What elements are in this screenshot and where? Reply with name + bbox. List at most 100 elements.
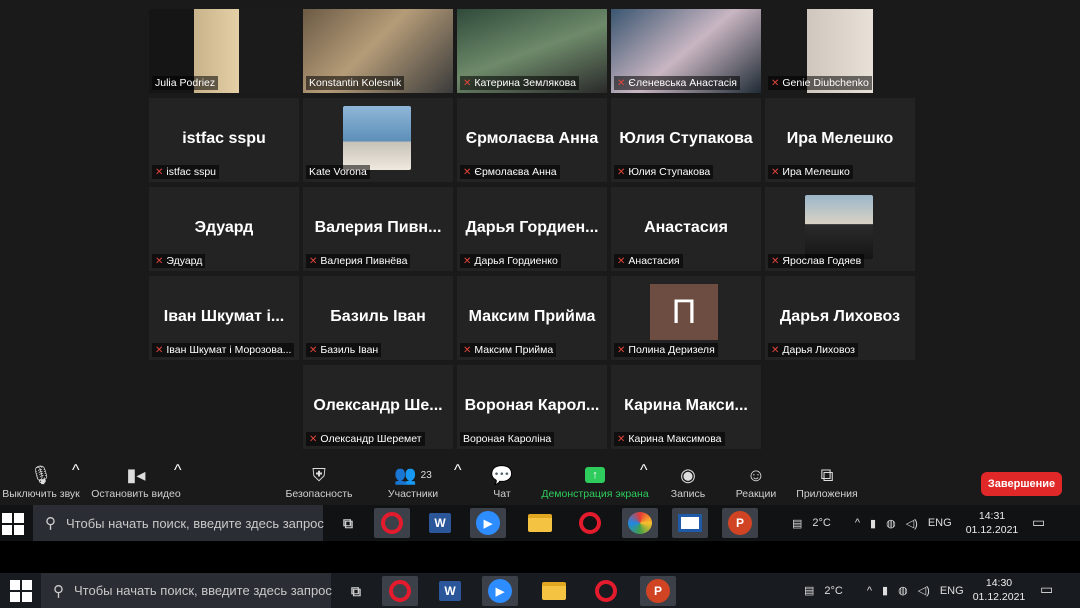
explorer-taskbar-button-bottom[interactable] (536, 576, 572, 606)
chat-button[interactable]: 💬 Чат (491, 462, 513, 501)
participant-display-name: Валерия Пивн... (314, 219, 442, 236)
participant-tile[interactable]: istfac sspu ✕ istfac sspu (149, 98, 299, 182)
share-screen-button[interactable]: ↑ Демонстрация экрана (541, 462, 649, 500)
volume-icon-bottom[interactable]: ◁) (918, 584, 930, 597)
participant-tile[interactable]: Дарья Гордиен... ✕ Дарья Гордиенко (457, 187, 607, 271)
participant-tile[interactable]: ✕ Ярослав Годяев (765, 187, 915, 271)
language-indicator[interactable]: ENG (928, 517, 952, 529)
participant-name-label: Julia Podriez (152, 76, 219, 90)
apps-button[interactable]: ⧉ Приложения (796, 462, 858, 501)
opera-taskbar-button-bottom[interactable] (382, 576, 418, 606)
participant-tile[interactable]: Konstantin Kolesnik (303, 9, 453, 93)
participant-name: Ярослав Годяев (782, 255, 862, 267)
participant-tile[interactable]: Максим Прийма ✕ Максим Прийма (457, 276, 607, 360)
participant-display-name: Іван Шкумат і... (163, 308, 285, 325)
paint-taskbar-button[interactable] (622, 508, 658, 538)
security-button[interactable]: ⛨ Безопасность (286, 462, 353, 501)
opera-gx-taskbar-button[interactable] (572, 508, 608, 538)
window-app-taskbar-button[interactable] (672, 508, 708, 538)
zoom-taskbar-button[interactable]: ▶ (470, 508, 506, 538)
participant-tile[interactable]: ✕ Катерина Землякова (457, 9, 607, 93)
clock-date-bottom: 01.12.2021 (972, 591, 1026, 603)
participant-name-label: ✕ Полина Деризеля (614, 343, 718, 357)
share-screen-icon: ↑ (585, 467, 605, 483)
participant-tile[interactable]: Вороная Карол... Вороная Кароліна (457, 365, 607, 449)
muted-mic-icon: ✕ (155, 344, 164, 356)
notification-icon-bottom[interactable]: ▭ (1040, 581, 1053, 598)
audio-options-caret[interactable]: ^ (72, 462, 80, 480)
palette-icon (628, 512, 652, 534)
windows-start-icon-bottom[interactable] (10, 580, 32, 602)
windows-start-icon[interactable] (2, 513, 24, 535)
participant-tile[interactable]: Ира Мелешко ✕ Ира Мелешко (765, 98, 915, 182)
word-taskbar-button-bottom[interactable]: W (432, 576, 468, 606)
participant-name: Вороная Кароліна (463, 433, 552, 445)
end-meeting-button[interactable]: Завершение (981, 472, 1062, 496)
participant-tile[interactable]: Олександр Ше... ✕ Олександр Шеремет (303, 365, 453, 449)
weather-icon: ▤ (792, 517, 803, 530)
reactions-button[interactable]: ☺ Реакции (736, 462, 777, 501)
explorer-taskbar-button[interactable] (522, 508, 558, 538)
stop-video-label: Остановить видео (91, 488, 181, 500)
participant-initial: П (650, 284, 718, 340)
taskbar-clock-bottom[interactable]: 14:30 01.12.2021 (970, 576, 1028, 604)
participant-tile[interactable]: Julia Podriez (149, 9, 299, 93)
participant-tile[interactable]: Эдуард ✕ Эдуард (149, 187, 299, 271)
powerpoint-taskbar-button[interactable]: P (722, 508, 758, 538)
participant-tile[interactable]: Дарья Лиховоз ✕ Дарья Лиховоз (765, 276, 915, 360)
taskbar-search-box-bottom[interactable]: ⚲ Чтобы начать поиск, введите здесь запр… (41, 573, 332, 608)
participant-name: Дарья Лиховоз (782, 344, 855, 356)
weather-icon-bottom: ▤ (804, 585, 815, 597)
word-taskbar-button[interactable]: W (422, 508, 458, 538)
participant-tile[interactable]: Базиль Іван ✕ Базиль Іван (303, 276, 453, 360)
participant-tile[interactable]: Анастасия ✕ Анастасия (611, 187, 761, 271)
participant-tile[interactable]: ✕ Єленевська Анастасія (611, 9, 761, 93)
smiley-icon: ☺ (746, 464, 766, 485)
participant-name-label: ✕ Анастасия (614, 254, 683, 268)
participant-name-label: ✕ Эдуард (152, 254, 206, 268)
taskbar-search-box[interactable]: ⚲ Чтобы начать поиск, введите здесь запр… (33, 505, 324, 541)
participant-tile[interactable]: Валерия Пивн... ✕ Валерия Пивнёва (303, 187, 453, 271)
network-icon: ◍ (886, 517, 896, 530)
opera-taskbar-button[interactable] (374, 508, 410, 538)
participant-name: Дарья Гордиенко (474, 255, 558, 267)
participant-name: Ира Мелешко (782, 166, 850, 178)
participant-name-label: ✕ Карина Максимова (614, 432, 725, 446)
participant-name: Эдуард (166, 255, 203, 267)
system-tray-bottom: ▤ 2°C ^ ▮ ◍ ◁) ENG (804, 573, 964, 608)
share-options-caret[interactable]: ^ (640, 462, 648, 480)
volume-icon[interactable]: ◁) (906, 517, 918, 530)
participants-options-caret[interactable]: ^ (454, 462, 462, 480)
taskbar-clock[interactable]: 14:31 01.12.2021 (963, 509, 1021, 537)
mute-button[interactable]: 🎙 Выключить звук (2, 462, 80, 501)
participant-name-label: ✕ Ярослав Годяев (768, 254, 865, 268)
tray-chevron-icon[interactable]: ^ (855, 517, 860, 529)
participant-tile[interactable]: ✕ Genie Diubchenko (765, 9, 915, 93)
participant-display-name: Олександр Ше... (313, 397, 443, 414)
participant-display-name: Максим Прийма (468, 308, 596, 325)
participant-tile[interactable]: Kate Vorona (303, 98, 453, 182)
language-indicator-bottom[interactable]: ENG (940, 585, 964, 597)
participants-button[interactable]: 👥 23 Участники (388, 462, 438, 501)
record-button[interactable]: ◉ Запись (671, 462, 705, 501)
zoom-icon-bottom: ▶ (488, 579, 512, 603)
participant-tile[interactable]: Єрмолаєва Анна ✕ Єрмолаєва Анна (457, 98, 607, 182)
participant-display-name: Вороная Карол... (464, 397, 600, 414)
participant-tile[interactable]: Юлия Ступакова ✕ Юлия Ступакова (611, 98, 761, 182)
participant-name: Іван Шкумат і Морозова... (166, 344, 292, 356)
task-view-icon[interactable]: ⧉ (330, 508, 366, 538)
participant-tile[interactable]: П ✕ Полина Деризеля (611, 276, 761, 360)
opera-gx-taskbar-button-bottom[interactable] (588, 576, 624, 606)
record-icon: ◉ (680, 464, 696, 485)
muted-mic-icon: ✕ (617, 77, 626, 89)
stop-video-button[interactable]: ▮◂ Остановить видео (91, 462, 181, 501)
participant-tile[interactable]: Іван Шкумат і... ✕ Іван Шкумат і Морозова.… (149, 276, 299, 360)
participant-tile[interactable]: Карина Макси... ✕ Карина Максимова (611, 365, 761, 449)
task-view-icon-bottom[interactable]: ⧉ (338, 576, 374, 606)
video-options-caret[interactable]: ^ (174, 462, 182, 480)
zoom-taskbar-button-bottom[interactable]: ▶ (482, 576, 518, 606)
notification-icon[interactable]: ▭ (1032, 514, 1045, 531)
tray-chevron-icon-bottom[interactable]: ^ (867, 585, 872, 597)
participant-name-label: ✕ Genie Diubchenko (768, 76, 872, 90)
powerpoint-taskbar-button-bottom[interactable]: P (640, 576, 676, 606)
